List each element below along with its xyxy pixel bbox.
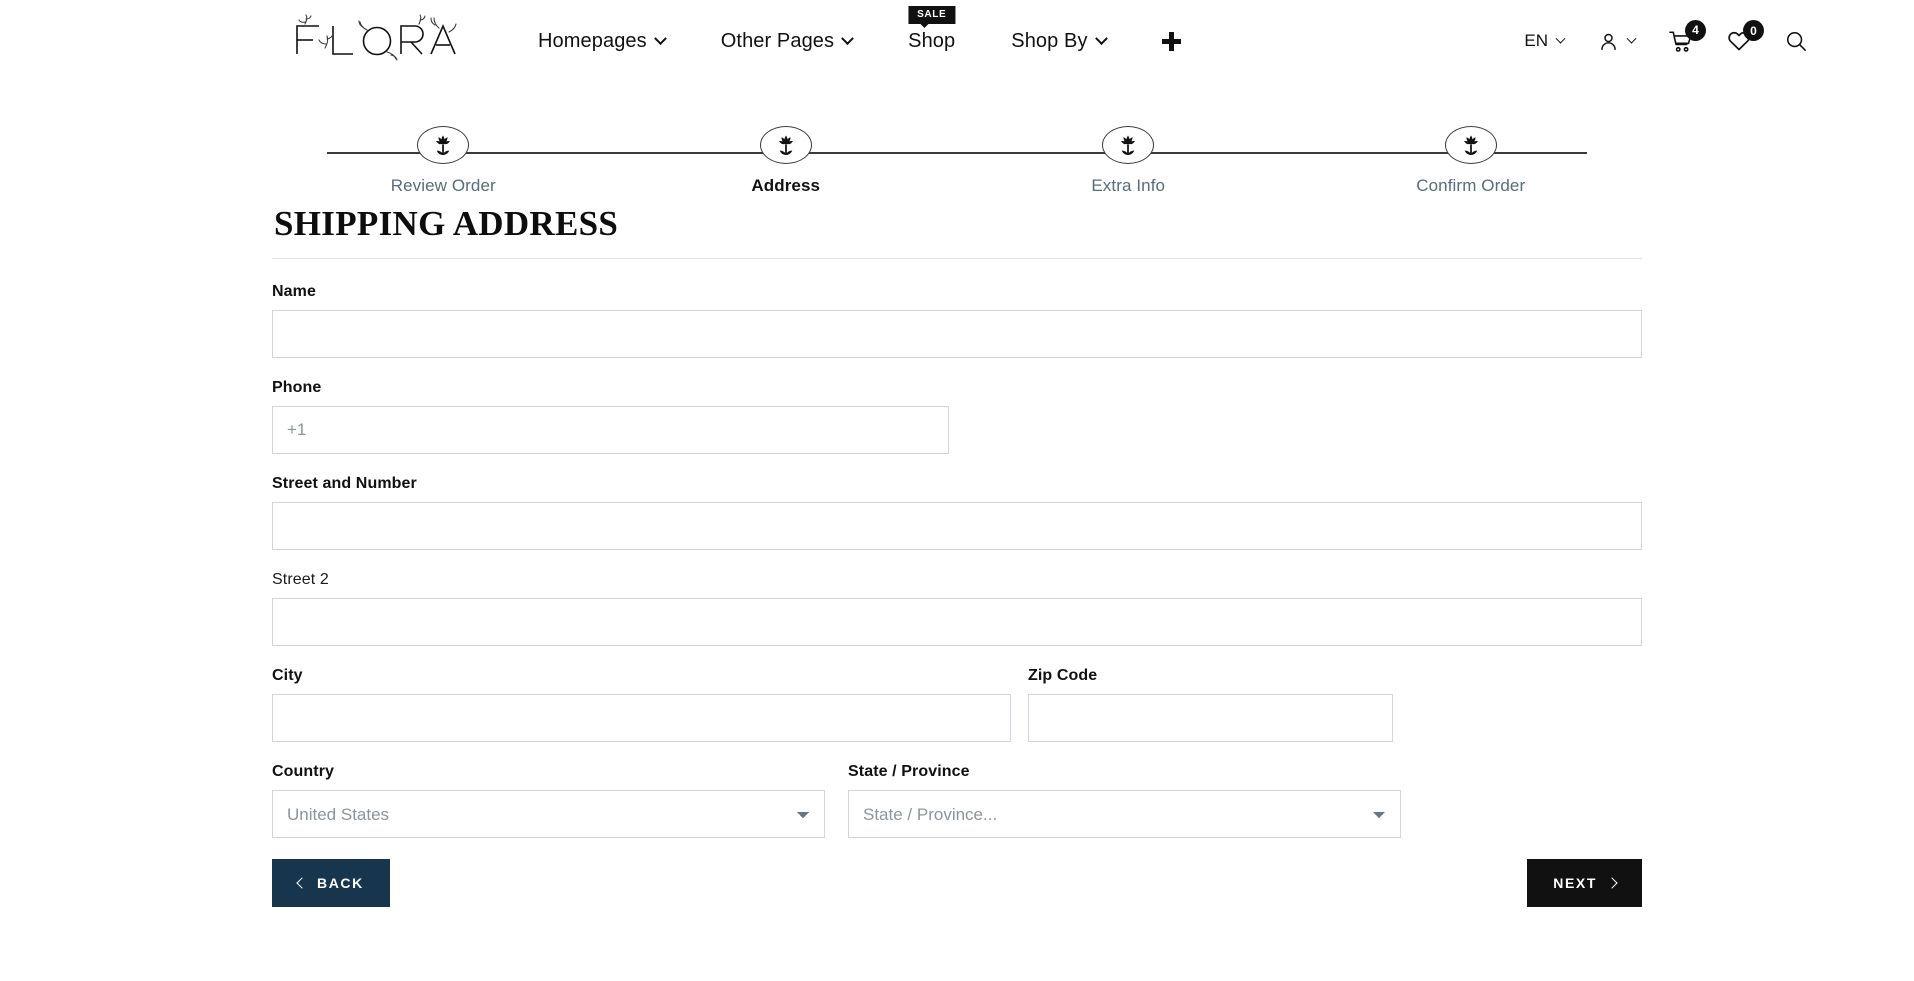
nav-item-label: Shop By bbox=[1011, 29, 1088, 52]
step-address[interactable]: Address bbox=[615, 104, 958, 196]
chevron-down-icon bbox=[1555, 33, 1566, 44]
cart-icon: 4 bbox=[1669, 19, 1706, 53]
wishlist-count-badge: 0 bbox=[1743, 20, 1764, 41]
next-button[interactable]: NEXT bbox=[1527, 859, 1642, 907]
step-marker bbox=[1102, 126, 1155, 164]
shipping-address-form: SHIPPING ADDRESS Name Phone Street and N… bbox=[272, 196, 1642, 907]
user-icon bbox=[1598, 31, 1619, 52]
chevron-down-icon bbox=[1094, 31, 1108, 45]
site-header: Homepages Other Pages SALE Shop Shop By … bbox=[0, 0, 1914, 82]
wishlist-button[interactable]: 0 bbox=[1710, 0, 1768, 82]
field-street: Street and Number bbox=[272, 475, 1642, 550]
sale-badge: SALE bbox=[908, 6, 956, 28]
street2-label: Street 2 bbox=[272, 571, 329, 588]
page-title: SHIPPING ADDRESS bbox=[274, 204, 619, 243]
country-select[interactable]: United States bbox=[272, 790, 825, 838]
field-country: Country United States bbox=[272, 763, 825, 838]
search-icon bbox=[1785, 30, 1807, 52]
search-button[interactable] bbox=[1768, 0, 1824, 82]
title-divider bbox=[272, 258, 1642, 259]
step-marker bbox=[759, 126, 812, 164]
name-input[interactable] bbox=[272, 310, 1642, 358]
city-label: City bbox=[272, 667, 303, 684]
chevron-left-icon bbox=[296, 877, 308, 889]
step-label: Address bbox=[751, 176, 821, 195]
step-extra-info[interactable]: Extra Info bbox=[957, 104, 1300, 196]
back-button[interactable]: BACK bbox=[272, 859, 390, 907]
language-selector[interactable]: EN bbox=[1507, 0, 1581, 82]
header-actions: EN 4 0 bbox=[1507, 0, 1824, 82]
field-street2: Street 2 bbox=[272, 571, 1642, 646]
step-confirm-order[interactable]: Confirm Order bbox=[1300, 104, 1643, 196]
nav-item-other-pages[interactable]: Other Pages bbox=[693, 0, 880, 82]
field-row-city-zip: City Zip Code bbox=[272, 667, 1642, 742]
language-label: EN bbox=[1524, 31, 1548, 50]
next-button-label: NEXT bbox=[1553, 875, 1597, 891]
step-marker bbox=[417, 126, 470, 164]
city-input[interactable] bbox=[272, 694, 1011, 742]
cart-button[interactable]: 4 bbox=[1652, 0, 1710, 82]
chevron-down-icon bbox=[841, 31, 855, 45]
step-label: Confirm Order bbox=[1416, 176, 1526, 195]
heart-icon: 0 bbox=[1727, 20, 1764, 52]
nav-item-label: Other Pages bbox=[720, 29, 835, 52]
form-actions: BACK NEXT bbox=[272, 859, 1642, 907]
chevron-down-icon bbox=[653, 31, 667, 45]
street2-input[interactable] bbox=[272, 598, 1642, 646]
name-label: Name bbox=[272, 283, 316, 300]
field-name: Name bbox=[272, 283, 1642, 358]
nav-item-label: Homepages bbox=[538, 29, 647, 52]
main-navigation: Homepages Other Pages SALE Shop Shop By bbox=[510, 0, 1209, 82]
step-label: Review Order bbox=[390, 176, 496, 195]
step-marker bbox=[1444, 126, 1497, 164]
back-button-label: BACK bbox=[317, 875, 364, 891]
field-city: City bbox=[272, 667, 1011, 742]
cart-count-badge: 4 bbox=[1685, 19, 1706, 41]
street-input[interactable] bbox=[272, 502, 1642, 550]
field-row-country-state: Country United States State / Province S… bbox=[272, 763, 1642, 838]
street-label: Street and Number bbox=[272, 475, 417, 492]
chevron-right-icon bbox=[1606, 877, 1618, 889]
field-state: State / Province State / Province... bbox=[848, 763, 1401, 838]
checkout-stepper: Review Order Address Extra Info Confirm … bbox=[272, 104, 1642, 196]
account-menu[interactable] bbox=[1581, 0, 1652, 82]
nav-item-shop[interactable]: SALE Shop bbox=[880, 0, 983, 82]
nav-item-homepages[interactable]: Homepages bbox=[510, 0, 693, 82]
chevron-down-icon bbox=[1626, 33, 1637, 44]
phone-input[interactable] bbox=[272, 406, 949, 454]
field-zip: Zip Code bbox=[1028, 667, 1393, 742]
state-select[interactable]: State / Province... bbox=[848, 790, 1401, 838]
zip-label: Zip Code bbox=[1028, 667, 1098, 684]
step-review-order[interactable]: Review Order bbox=[272, 104, 615, 196]
nav-item-shop-by[interactable]: Shop By bbox=[983, 0, 1133, 82]
phone-label: Phone bbox=[272, 379, 322, 396]
zip-input[interactable] bbox=[1028, 694, 1393, 742]
field-phone: Phone bbox=[272, 379, 1642, 454]
plus-icon bbox=[1161, 31, 1181, 51]
country-label: Country bbox=[272, 763, 335, 780]
nav-item-label: Shop bbox=[908, 29, 956, 52]
site-logo[interactable] bbox=[288, 12, 458, 66]
step-label: Extra Info bbox=[1091, 176, 1166, 195]
state-label: State / Province bbox=[848, 763, 970, 780]
add-menu-button[interactable] bbox=[1134, 0, 1209, 82]
